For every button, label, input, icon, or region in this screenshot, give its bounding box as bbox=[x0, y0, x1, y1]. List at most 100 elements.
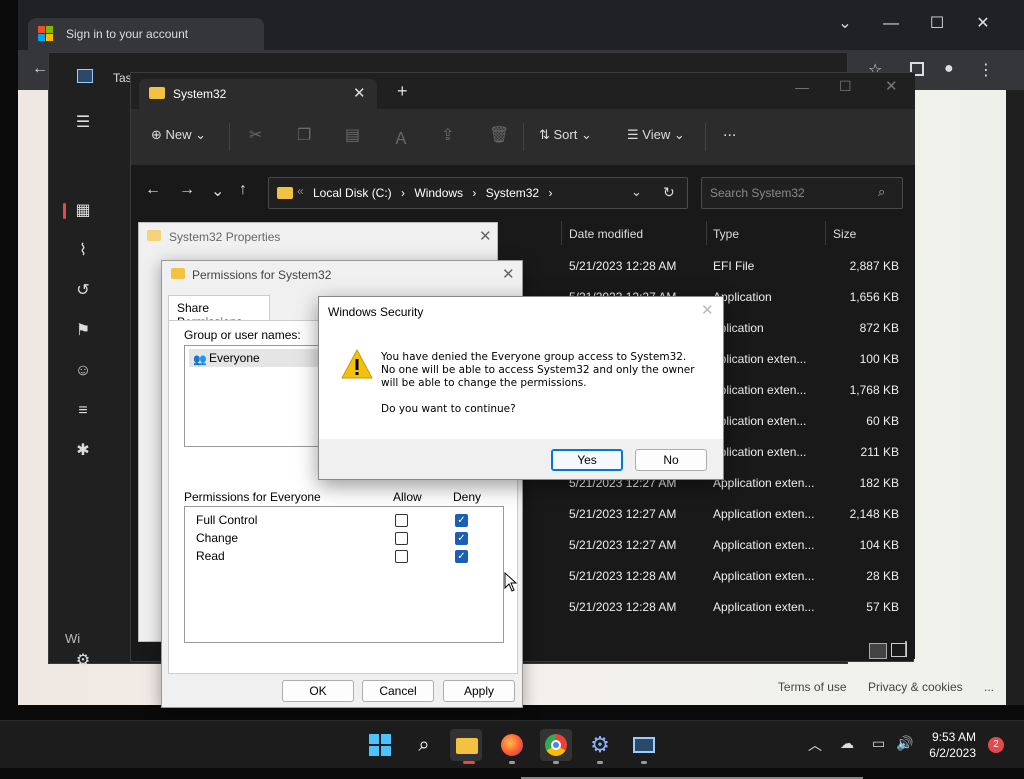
back-icon[interactable]: ← bbox=[32, 60, 48, 78]
group-item-label: Everyone bbox=[209, 351, 260, 365]
search-box[interactable]: Search System32 ⌕ bbox=[701, 177, 903, 209]
running-indicator bbox=[553, 761, 559, 764]
users-icon: 👥 bbox=[193, 354, 207, 366]
show-hidden-icons-icon[interactable]: ︿ bbox=[808, 735, 822, 755]
privacy-link[interactable]: Privacy & cookies bbox=[868, 680, 963, 694]
ok-button[interactable]: OK bbox=[282, 680, 354, 702]
minimize-icon[interactable]: — bbox=[868, 4, 914, 44]
delete-icon[interactable]: 🗑 bbox=[489, 125, 509, 145]
forward-icon[interactable]: → bbox=[179, 181, 195, 199]
cell-date: 5/21/2023 12:28 AM bbox=[569, 600, 677, 614]
breadcrumb-item[interactable]: System32 bbox=[486, 186, 539, 200]
rename-icon[interactable]: Ａ bbox=[393, 125, 409, 149]
column-header-size[interactable]: Size bbox=[833, 227, 856, 241]
settings-icon[interactable]: ⚙ bbox=[584, 729, 616, 761]
share-icon[interactable]: ⇪ bbox=[441, 125, 454, 145]
breadcrumb-item[interactable]: Local Disk (C:) bbox=[313, 186, 392, 200]
recent-locations-icon[interactable]: ⌄ bbox=[211, 181, 224, 201]
clock[interactable]: 9:53 AM 6/2/2023 bbox=[929, 729, 976, 761]
breadcrumb-item[interactable]: Windows bbox=[414, 186, 463, 200]
allow-checkbox[interactable] bbox=[395, 550, 408, 563]
cell-type: EFI File bbox=[713, 259, 755, 273]
group-list[interactable]: 👥 Everyone bbox=[184, 345, 325, 447]
profile-icon[interactable]: ● bbox=[944, 60, 954, 78]
cell-size: 1,768 KB bbox=[849, 383, 899, 397]
column-header-type[interactable]: Type bbox=[713, 227, 739, 241]
tab-share-permissions[interactable]: Share Permissions bbox=[168, 295, 270, 329]
close-icon[interactable]: ✕ bbox=[502, 265, 515, 283]
chevron-right-icon: › bbox=[401, 186, 406, 200]
chrome-icon[interactable] bbox=[540, 729, 572, 761]
processes-icon[interactable]: ▦ bbox=[73, 201, 93, 221]
chevron-down-icon[interactable]: ⌄ bbox=[631, 184, 642, 200]
maximize-icon[interactable]: ☐ bbox=[914, 4, 960, 44]
cell-date: 5/21/2023 12:28 AM bbox=[569, 569, 677, 583]
file-explorer-icon[interactable] bbox=[450, 729, 482, 761]
onedrive-icon[interactable]: ☁ bbox=[840, 735, 854, 752]
cell-type: Application exten... bbox=[713, 476, 815, 490]
deny-checkbox[interactable]: ✓ bbox=[455, 514, 468, 527]
allow-checkbox[interactable] bbox=[395, 532, 408, 545]
yes-button[interactable]: Yes bbox=[551, 449, 623, 471]
services-icon[interactable]: ✱ bbox=[73, 441, 93, 461]
more-options-button[interactable]: ... bbox=[723, 123, 736, 141]
browser-tab[interactable]: Sign in to your account bbox=[28, 18, 264, 50]
notification-badge[interactable]: 2 bbox=[988, 737, 1004, 753]
task-manager-sidebar: ☰ ▦ ⌇ ↺ ⚑ ☺ ≡ ✱ ⚙ bbox=[59, 103, 109, 669]
cell-size: 2,148 KB bbox=[849, 507, 899, 521]
overflow-chevron-icon[interactable]: « bbox=[297, 184, 304, 198]
volume-icon[interactable]: 🔊 bbox=[896, 735, 913, 752]
sort-button[interactable]: ⇅ Sort ⌄ bbox=[539, 127, 592, 143]
column-header-date[interactable]: Date modified bbox=[569, 227, 643, 241]
details-view-icon[interactable] bbox=[869, 643, 887, 659]
allow-checkbox[interactable] bbox=[395, 514, 408, 527]
copy-icon[interactable]: ❐ bbox=[297, 125, 311, 145]
close-icon[interactable]: ✕ bbox=[701, 301, 714, 319]
breadcrumb: Local Disk (C:) › Windows › System32 › bbox=[313, 186, 558, 200]
terms-link[interactable]: Terms of use bbox=[778, 680, 847, 694]
new-tab-icon[interactable]: + bbox=[397, 81, 408, 102]
paste-icon[interactable]: ▤ bbox=[345, 125, 360, 145]
more-link[interactable]: ... bbox=[984, 680, 994, 694]
close-icon[interactable]: ✕ bbox=[479, 227, 492, 245]
permission-label: Full Control bbox=[196, 513, 258, 527]
cut-icon[interactable]: ✂ bbox=[249, 125, 262, 145]
back-icon[interactable]: ← bbox=[145, 181, 161, 199]
users-icon[interactable]: ☺ bbox=[73, 361, 93, 381]
apply-button[interactable]: Apply bbox=[443, 680, 515, 702]
properties-title: System32 Properties bbox=[169, 230, 281, 244]
details-icon[interactable]: ≡ bbox=[73, 401, 93, 421]
chevron-right-icon: › bbox=[472, 186, 477, 200]
maximize-icon[interactable]: ☐ bbox=[839, 78, 852, 95]
network-icon[interactable]: ▭ bbox=[872, 735, 885, 752]
refresh-icon[interactable]: ↻ bbox=[663, 184, 675, 201]
menu-icon[interactable]: ⋮ bbox=[978, 60, 994, 80]
deny-checkbox[interactable]: ✓ bbox=[455, 550, 468, 563]
cancel-button[interactable]: Cancel bbox=[362, 680, 434, 702]
chevron-down-icon[interactable]: ⌄ bbox=[822, 4, 868, 44]
explorer-tab[interactable]: System32 ✕ bbox=[139, 79, 377, 109]
firefox-icon[interactable] bbox=[496, 729, 528, 761]
performance-icon[interactable]: ⌇ bbox=[73, 241, 93, 261]
view-button[interactable]: ☰ View ⌄ bbox=[627, 127, 685, 143]
permissions-list: Full Control ✓ Change ✓ Read ✓ bbox=[184, 506, 504, 643]
startup-icon[interactable]: ⚑ bbox=[73, 321, 93, 341]
list-item[interactable]: 👥 Everyone bbox=[189, 349, 325, 367]
close-tab-icon[interactable]: ✕ bbox=[353, 84, 366, 102]
task-manager-icon[interactable] bbox=[628, 729, 660, 761]
close-icon[interactable]: ✕ bbox=[885, 77, 898, 95]
history-icon[interactable]: ↺ bbox=[73, 281, 93, 301]
address-bar[interactable]: « Local Disk (C:) › Windows › System32 ›… bbox=[268, 177, 688, 209]
close-icon[interactable]: ✕ bbox=[960, 4, 1006, 44]
start-icon[interactable] bbox=[364, 729, 396, 761]
folder-icon bbox=[149, 87, 165, 99]
tiles-view-icon[interactable] bbox=[891, 643, 907, 657]
no-button[interactable]: No bbox=[635, 449, 707, 471]
up-icon[interactable]: ↑ bbox=[239, 181, 247, 199]
deny-checkbox[interactable]: ✓ bbox=[455, 532, 468, 545]
hamburger-icon[interactable]: ☰ bbox=[73, 113, 93, 133]
search-icon[interactable]: ⌕ bbox=[408, 729, 440, 761]
new-button[interactable]: ⊕ New ⌄ bbox=[151, 127, 206, 143]
settings-icon[interactable]: ⚙ bbox=[73, 651, 93, 671]
minimize-icon[interactable]: — bbox=[795, 79, 809, 95]
